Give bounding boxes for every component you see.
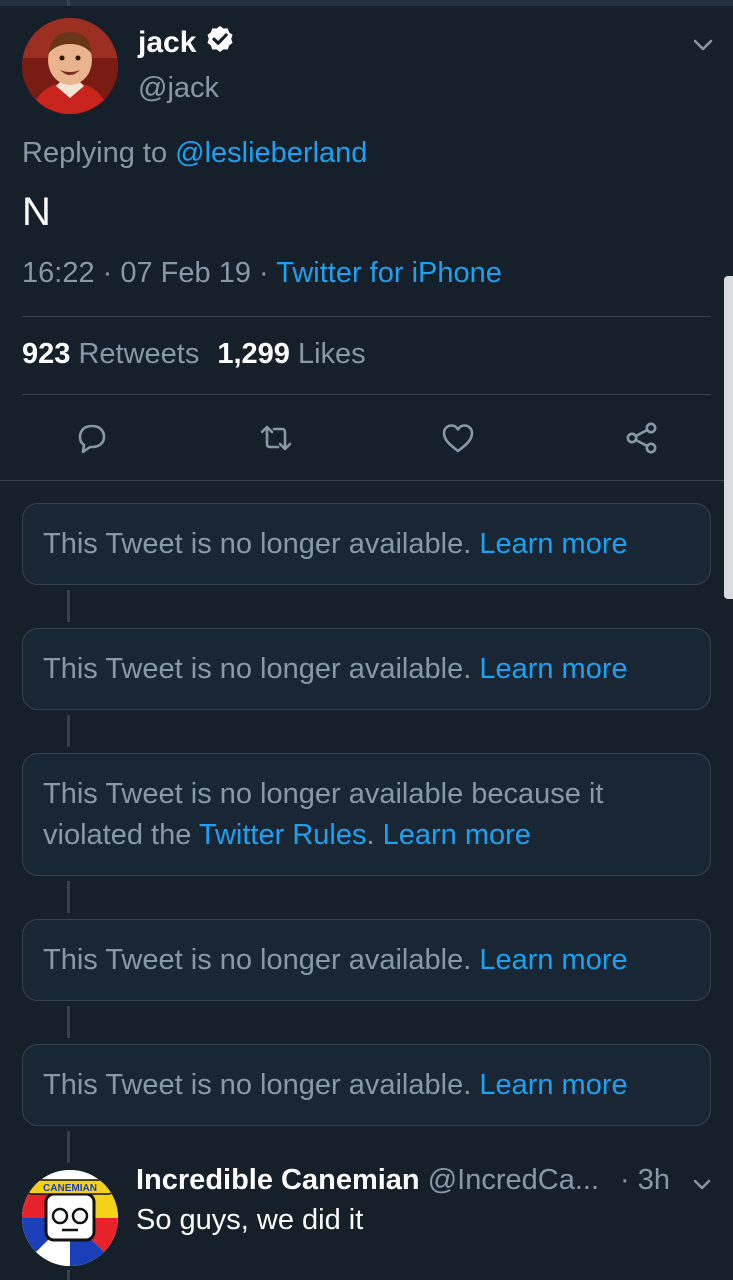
tweet-time: 16:22 <box>22 257 95 289</box>
retweet-icon[interactable] <box>256 418 296 458</box>
tweet-stats: 923 Retweets 1,299 Likes <box>22 338 366 371</box>
reply-text: So guys, we did it <box>136 1204 364 1236</box>
unavailable-text: This Tweet is no longer available. <box>43 527 480 560</box>
reply-icon[interactable] <box>72 418 112 458</box>
heart-icon[interactable] <box>438 418 478 458</box>
reply-timestamp: · 3h <box>620 1164 670 1196</box>
tweet-meta: 16:22 · 07 Feb 19 · Twitter for iPhone <box>22 257 502 290</box>
reply-avatar[interactable]: CANEMIAN <box>22 1170 118 1266</box>
avatar[interactable] <box>22 18 118 114</box>
like-label: Likes <box>297 338 366 370</box>
top-divider <box>0 0 733 6</box>
likes-stat[interactable]: 1,299 Likes <box>217 338 365 370</box>
twitter-rules-link[interactable]: Twitter Rules <box>199 819 367 851</box>
meta-separator: · <box>94 257 121 289</box>
replying-to-link[interactable]: @leslieberland <box>175 137 367 169</box>
retweet-label: Retweets <box>78 338 200 370</box>
retweet-count: 923 <box>22 338 71 370</box>
unavailable-tweet-card: This Tweet is no longer available. Learn… <box>22 1044 711 1126</box>
reply-avatar-badge: CANEMIAN <box>43 1183 97 1194</box>
tweet-text: N <box>22 190 51 234</box>
thread-line <box>67 1131 70 1163</box>
tweet-date: 07 Feb 19 <box>120 257 251 289</box>
share-icon[interactable] <box>622 418 662 458</box>
unavailable-tweet-card: This Tweet is no longer available. Learn… <box>22 503 711 585</box>
thread-line <box>67 715 70 747</box>
reply-menu-chevron-icon[interactable] <box>690 1172 714 1196</box>
reply-author-handle[interactable]: @IncredCa... <box>428 1164 599 1196</box>
thread-line <box>67 590 70 622</box>
reply-author-name[interactable]: Incredible Canemian <box>136 1164 420 1196</box>
like-count: 1,299 <box>217 338 290 370</box>
thread-line <box>67 1270 70 1280</box>
retweets-stat[interactable]: 923 Retweets <box>22 338 199 370</box>
verified-badge-icon <box>204 24 236 61</box>
scrollbar[interactable] <box>724 276 733 599</box>
divider <box>0 480 733 481</box>
learn-more-link[interactable]: Learn more <box>479 528 627 560</box>
learn-more-link[interactable]: Learn more <box>479 653 627 685</box>
meta-separator: · <box>250 257 277 289</box>
tweet-menu-chevron-icon[interactable] <box>690 32 716 58</box>
thread-line <box>67 1006 70 1038</box>
unavailable-tweet-card: This Tweet is no longer available. Learn… <box>22 919 711 1001</box>
thread-line-top <box>67 0 70 6</box>
replying-to-label: Replying to <box>22 137 176 169</box>
tweet-source-link[interactable]: Twitter for iPhone <box>276 257 502 289</box>
replying-to: Replying to @leslieberland <box>22 137 367 170</box>
thread-line <box>67 881 70 913</box>
learn-more-link[interactable]: Learn more <box>479 944 627 976</box>
unavailable-text: This Tweet is no longer available. <box>43 652 480 685</box>
author-name[interactable]: jack <box>138 26 196 60</box>
unavailable-text: . <box>366 819 383 851</box>
author-handle[interactable]: @jack <box>138 72 219 105</box>
learn-more-link[interactable]: Learn more <box>479 1069 627 1101</box>
learn-more-link[interactable]: Learn more <box>383 819 531 851</box>
unavailable-tweet-card: This Tweet is no longer available. Learn… <box>22 628 711 710</box>
divider <box>22 316 711 317</box>
unavailable-tweet-card: This Tweet is no longer available becaus… <box>22 753 711 876</box>
reply-header: Incredible Canemian @IncredCa... <box>136 1164 599 1197</box>
unavailable-text: This Tweet is no longer available. <box>43 1068 480 1101</box>
divider <box>22 394 711 395</box>
unavailable-text: This Tweet is no longer available. <box>43 943 480 976</box>
